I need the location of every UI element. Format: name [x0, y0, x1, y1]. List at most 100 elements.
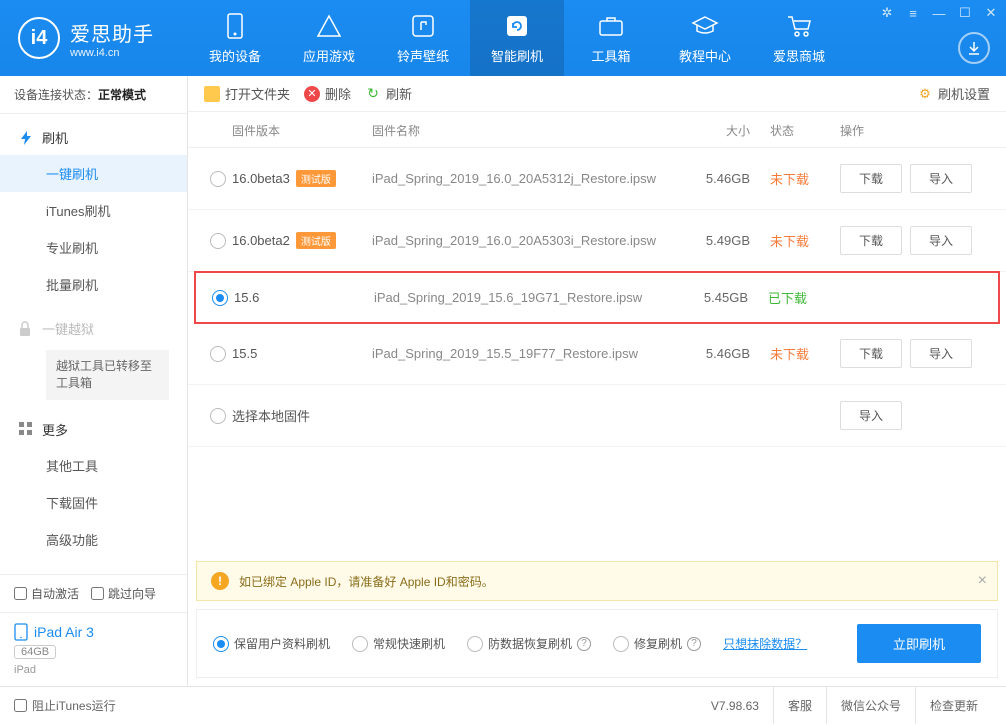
apps-icon: [315, 12, 343, 40]
radio-icon[interactable]: [212, 290, 228, 306]
version-text: 15.5: [232, 346, 257, 361]
tablet-icon: [14, 623, 28, 641]
tab-apps[interactable]: 应用游戏: [282, 0, 376, 76]
option-repair[interactable]: 修复刷机?: [613, 635, 701, 652]
flash-icon: [18, 130, 34, 146]
delete-button[interactable]: ✕删除: [304, 84, 351, 103]
header-status: 状态: [770, 122, 840, 139]
firmware-row[interactable]: 15.5 iPad_Spring_2019_15.5_19F77_Restore…: [188, 323, 1006, 385]
menu-icon[interactable]: ≡: [904, 4, 922, 22]
warning-icon: !: [211, 572, 229, 590]
window-controls: ✲ ≡ — ☐ ✕: [878, 4, 1000, 22]
device-info[interactable]: iPad Air 3 64GB iPad: [0, 612, 187, 686]
footer: 阻止iTunes运行 V7.98.63 客服 微信公众号 检查更新: [0, 686, 1006, 724]
sidebar-item-batch[interactable]: 批量刷机: [0, 266, 187, 303]
tab-ringtones[interactable]: 铃声壁纸: [376, 0, 470, 76]
header-name: 固件名称: [372, 122, 690, 139]
download-manager-icon[interactable]: [958, 32, 990, 64]
download-button[interactable]: 下载: [840, 339, 902, 368]
tab-tools[interactable]: 工具箱: [564, 0, 658, 76]
logo-icon: i4: [18, 17, 60, 59]
import-button[interactable]: 导入: [910, 226, 972, 255]
graduation-icon: [691, 12, 719, 40]
app-url: www.i4.cn: [70, 47, 154, 59]
tab-store[interactable]: 爱思商城: [752, 0, 846, 76]
header-action: 操作: [840, 122, 990, 139]
radio-icon[interactable]: [210, 346, 226, 362]
tab-tutorials[interactable]: 教程中心: [658, 0, 752, 76]
help-icon[interactable]: ?: [687, 637, 701, 651]
download-button[interactable]: 下载: [840, 226, 902, 255]
sidebar-item-download-fw[interactable]: 下载固件: [0, 484, 187, 521]
refresh-button[interactable]: ↻刷新: [365, 84, 412, 103]
tab-device[interactable]: 我的设备: [188, 0, 282, 76]
sidebar-item-oneclick[interactable]: 一键刷机: [0, 155, 187, 192]
block-itunes-checkbox[interactable]: 阻止iTunes运行: [14, 697, 116, 714]
help-icon[interactable]: ?: [577, 637, 591, 651]
jailbreak-note: 越狱工具已转移至工具箱: [46, 350, 169, 400]
minimize-icon[interactable]: —: [930, 4, 948, 22]
header-size: 大小: [690, 122, 770, 139]
phone-icon: [221, 12, 249, 40]
alert-close-icon[interactable]: ×: [978, 572, 987, 590]
cart-icon: [785, 12, 813, 40]
firmware-name: iPad_Spring_2019_15.6_19G71_Restore.ipsw: [374, 290, 688, 305]
maximize-icon[interactable]: ☐: [956, 4, 974, 22]
firmware-status: 已下载: [768, 288, 838, 307]
sidebar-section-more[interactable]: 更多: [0, 412, 187, 447]
table-header: 固件版本 固件名称 大小 状态 操作: [188, 112, 1006, 148]
check-update-button[interactable]: 检查更新: [915, 687, 992, 724]
version-text: 16.0beta2: [232, 233, 290, 248]
firmware-row[interactable]: 16.0beta3测试版 iPad_Spring_2019_16.0_20A53…: [188, 148, 1006, 210]
option-keep-data[interactable]: 保留用户资料刷机: [213, 635, 330, 652]
sidebar: 设备连接状态：正常模式 刷机 一键刷机 iTunes刷机 专业刷机 批量刷机 一…: [0, 76, 188, 686]
sidebar-item-other-tools[interactable]: 其他工具: [0, 447, 187, 484]
firmware-size: 5.45GB: [688, 290, 768, 305]
auto-activate-checkbox[interactable]: 自动激活: [14, 585, 79, 602]
download-button[interactable]: 下载: [840, 164, 902, 193]
firmware-size: 5.46GB: [690, 346, 770, 361]
settings-icon[interactable]: ✲: [878, 4, 896, 22]
toolbar: 打开文件夹 ✕删除 ↻刷新 ⚙刷机设置: [188, 76, 1006, 112]
open-folder-button[interactable]: 打开文件夹: [204, 84, 290, 103]
local-firmware-row[interactable]: 选择本地固件 导入: [188, 385, 1006, 447]
version-text: 15.6: [234, 290, 259, 305]
alert-bar: ! 如已绑定 Apple ID，请准备好 Apple ID和密码。 ×: [196, 561, 998, 601]
support-button[interactable]: 客服: [773, 687, 826, 724]
import-button[interactable]: 导入: [910, 164, 972, 193]
top-tabs: 我的设备 应用游戏 铃声壁纸 智能刷机 工具箱 教程中心 爱思商城: [188, 0, 846, 76]
radio-icon[interactable]: [210, 233, 226, 249]
music-icon: [409, 12, 437, 40]
skip-guide-checkbox[interactable]: 跳过向导: [91, 585, 156, 602]
radio-icon[interactable]: [210, 171, 226, 187]
sidebar-section-flash[interactable]: 刷机: [0, 120, 187, 155]
beta-badge: 测试版: [296, 170, 336, 187]
refresh-icon: [503, 12, 531, 40]
tab-flash[interactable]: 智能刷机: [470, 0, 564, 76]
import-button[interactable]: 导入: [840, 401, 902, 430]
wechat-button[interactable]: 微信公众号: [826, 687, 915, 724]
option-normal[interactable]: 常规快速刷机: [352, 635, 445, 652]
flash-now-button[interactable]: 立即刷机: [857, 624, 981, 663]
sidebar-section-jailbreak: 一键越狱: [0, 311, 187, 346]
flash-options: 保留用户资料刷机 常规快速刷机 防数据恢复刷机? 修复刷机? 只想抹除数据？ 立…: [196, 609, 998, 678]
sidebar-item-pro[interactable]: 专业刷机: [0, 229, 187, 266]
firmware-row[interactable]: 16.0beta2测试版 iPad_Spring_2019_16.0_20A53…: [188, 210, 1006, 272]
firmware-status: 未下载: [770, 169, 840, 188]
radio-icon[interactable]: [210, 408, 226, 424]
sidebar-item-itunes[interactable]: iTunes刷机: [0, 192, 187, 229]
close-icon[interactable]: ✕: [982, 4, 1000, 22]
titlebar: i4 爱思助手 www.i4.cn 我的设备 应用游戏 铃声壁纸 智能刷机 工具…: [0, 0, 1006, 76]
option-recovery[interactable]: 防数据恢复刷机?: [467, 635, 591, 652]
erase-data-link[interactable]: 只想抹除数据？: [723, 635, 807, 652]
toolbox-icon: [597, 12, 625, 40]
firmware-row[interactable]: 15.6 iPad_Spring_2019_15.6_19G71_Restore…: [194, 271, 1000, 324]
sidebar-item-advanced[interactable]: 高级功能: [0, 521, 187, 558]
main-content: 打开文件夹 ✕删除 ↻刷新 ⚙刷机设置 固件版本 固件名称 大小 状态 操作 1…: [188, 76, 1006, 686]
import-button[interactable]: 导入: [910, 339, 972, 368]
firmware-status: 未下载: [770, 344, 840, 363]
delete-icon: ✕: [304, 86, 320, 102]
version-text: 16.0beta3: [232, 171, 290, 186]
flash-settings-button[interactable]: ⚙刷机设置: [917, 84, 990, 103]
firmware-size: 5.46GB: [690, 171, 770, 186]
